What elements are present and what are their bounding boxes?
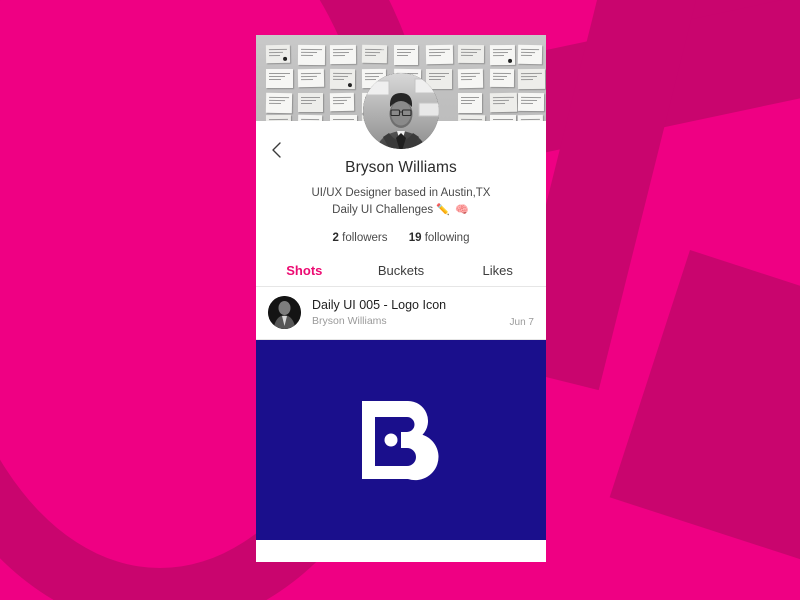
following-count: 19: [408, 232, 422, 244]
user-avatar-photo: [363, 73, 439, 149]
following-label: following: [424, 232, 470, 244]
sticky-note: [265, 92, 293, 114]
followers-label: followers: [342, 232, 388, 244]
tab-buckets[interactable]: Buckets: [353, 263, 450, 278]
sticky-note: [394, 45, 418, 65]
sticky-note: [265, 44, 291, 64]
shot-date: Jun 7: [509, 317, 534, 328]
sticky-note: [458, 93, 482, 113]
profile-section: Bryson Williams UI/UX Designer based in …: [256, 73, 546, 254]
chevron-left-icon: [272, 142, 281, 158]
list-item[interactable]: Daily UI 005 - Logo Icon Bryson Williams…: [256, 287, 546, 340]
profile-bio-line-1: UI/UX Designer based in Austin,TX: [311, 187, 491, 199]
shot-title: Daily UI 005 - Logo Icon: [312, 298, 447, 312]
sticky-note: [489, 68, 515, 88]
b-letter-logo-icon: [362, 401, 439, 481]
followers-stat[interactable]: 2 followers: [333, 232, 388, 244]
bio-emoji: ✏️ 🧠: [436, 204, 470, 216]
watermark-wedge-shape: [609, 250, 800, 572]
shot-text-block: Daily UI 005 - Logo Icon Bryson Williams: [312, 298, 510, 327]
sticky-note: [517, 44, 543, 65]
shot-author-avatar-photo: [268, 296, 301, 329]
profile-bio-text: Daily UI Challenges: [332, 204, 434, 216]
sticky-note: [517, 92, 545, 112]
following-stat[interactable]: 19 following: [409, 232, 470, 244]
mobile-app-screen: Bryson Williams UI/UX Designer based in …: [256, 35, 546, 562]
sticky-note: [329, 44, 357, 65]
sticky-note: [329, 92, 355, 112]
sticky-note: [266, 69, 293, 88]
sticky-note: [425, 44, 454, 65]
sticky-note: [298, 93, 323, 112]
shot-author: Bryson Williams: [312, 315, 387, 327]
sticky-note: [297, 68, 325, 88]
shot-preview-image[interactable]: [256, 340, 546, 540]
shot-author-avatar: [268, 296, 301, 329]
sticky-note: [489, 92, 518, 113]
sticky-note: [517, 68, 546, 90]
avatar[interactable]: [363, 73, 439, 149]
tab-shots[interactable]: Shots: [256, 263, 353, 278]
profile-tab-bar: Shots Buckets Likes: [256, 254, 546, 287]
back-button[interactable]: [266, 139, 288, 161]
sticky-note: [361, 44, 388, 64]
sticky-note: [457, 68, 484, 89]
profile-bio-line-2: Daily UI Challenges ✏️ 🧠: [256, 202, 546, 219]
sticky-note: [457, 44, 485, 64]
sticky-note: [489, 44, 516, 66]
profile-stats: 2 followers 19 following: [256, 232, 546, 244]
sticky-note: [297, 44, 326, 66]
followers-count: 2: [332, 232, 339, 244]
tab-likes[interactable]: Likes: [449, 263, 546, 278]
sticky-note: [329, 68, 356, 90]
